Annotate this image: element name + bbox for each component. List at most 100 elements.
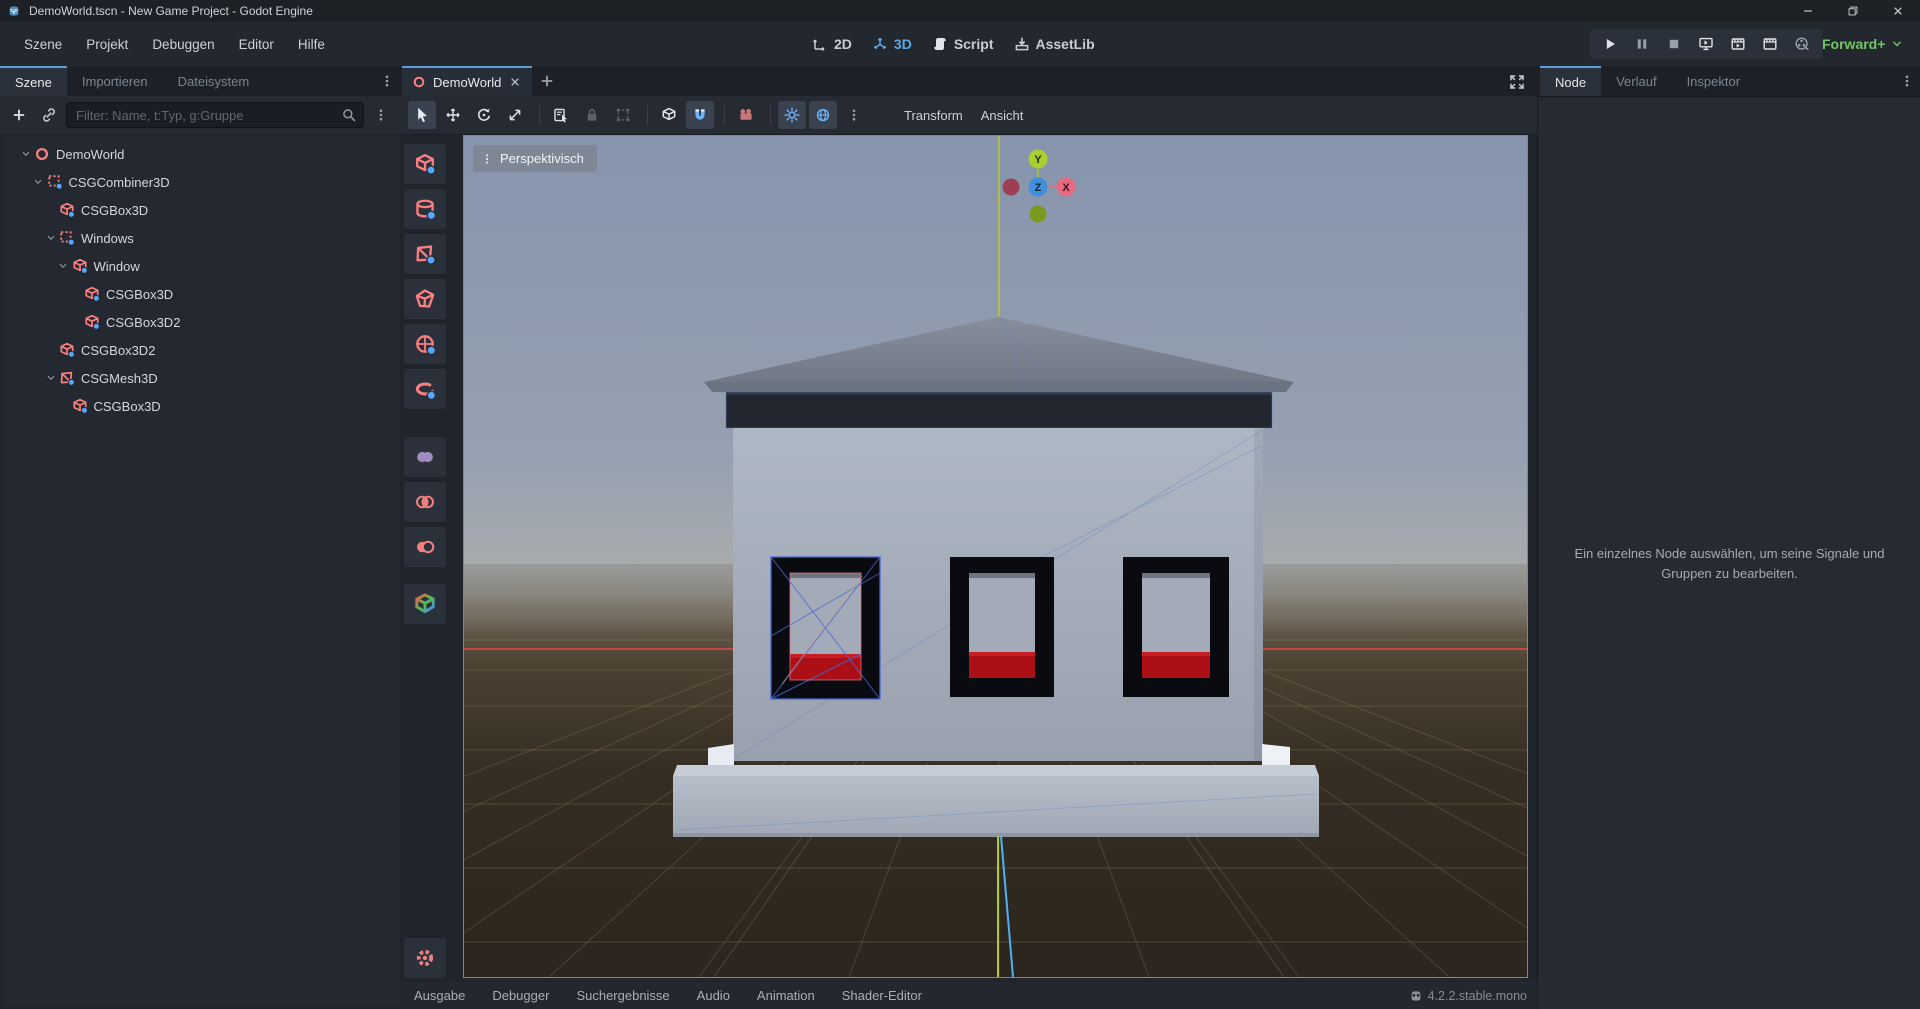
csg-primitive-tool-button[interactable]	[404, 279, 446, 319]
csg-box-icon	[59, 202, 75, 218]
preview-environment-button[interactable]	[809, 101, 837, 129]
expand-icon	[1509, 74, 1525, 90]
3d-scene[interactable]	[464, 136, 1527, 977]
play-button[interactable]	[1598, 32, 1622, 56]
local-space-button[interactable]	[655, 101, 683, 129]
scale-mode-button[interactable]	[501, 101, 529, 129]
close-tab-icon[interactable]	[508, 75, 522, 89]
dock-menu-button[interactable]	[1900, 66, 1920, 96]
transform-menu[interactable]: Transform	[895, 104, 972, 127]
search-icon	[341, 107, 357, 123]
snap-toggle-button[interactable]	[686, 101, 714, 129]
operation-subtraction-button[interactable]	[404, 527, 446, 567]
menu-help[interactable]: Hilfe	[286, 33, 337, 56]
select-mode-button[interactable]	[408, 101, 436, 129]
mode-3d-button[interactable]: 3D	[872, 36, 912, 52]
csg-settings-button[interactable]	[404, 938, 446, 978]
mode-2d-button[interactable]: 2D	[812, 36, 852, 52]
tree-node-label: CSGBox3D	[94, 399, 161, 414]
chevron-down-icon[interactable]	[45, 372, 57, 384]
tab-filesystem[interactable]: Dateisystem	[163, 66, 265, 96]
plus-icon	[539, 73, 555, 89]
group-selected-button[interactable]	[609, 101, 637, 129]
menu-project[interactable]: Projekt	[74, 33, 140, 56]
play-custom-scene-button[interactable]	[1758, 32, 1782, 56]
distraction-free-button[interactable]	[1504, 69, 1530, 95]
operation-intersection-button[interactable]	[404, 482, 446, 522]
csg-primitive-icon	[414, 288, 436, 310]
mode-assetlib-label: AssetLib	[1036, 36, 1095, 52]
bottom-tab-shader-editor[interactable]: Shader-Editor	[842, 988, 922, 1003]
play-scene-button[interactable]	[1694, 32, 1718, 56]
camera-icon	[738, 107, 754, 123]
csg-mesh-icon	[414, 243, 436, 265]
dots-vertical-icon	[847, 108, 861, 122]
csg-torus-tool-button[interactable]	[404, 369, 446, 409]
instance-scene-button[interactable]	[36, 102, 62, 128]
left-dock-tabbar: Szene Importieren Dateisystem	[0, 66, 400, 97]
pause-icon	[1634, 36, 1650, 52]
2d-mode-icon	[812, 36, 828, 52]
scene-tab-label: DemoWorld	[433, 75, 501, 90]
menu-scene[interactable]: Szene	[12, 33, 74, 56]
filter-nodes-input[interactable]	[66, 102, 364, 128]
add-node-button[interactable]	[6, 102, 32, 128]
3d-viewport[interactable]: Perspektivisch Y X Z	[463, 135, 1528, 978]
tree-menu-button[interactable]	[368, 102, 394, 128]
minimize-button[interactable]	[1785, 0, 1830, 22]
mode-script-label: Script	[954, 36, 994, 52]
chevron-down-icon[interactable]	[57, 260, 69, 272]
operation-union-button[interactable]	[404, 437, 446, 477]
godot-logo-icon	[1409, 989, 1423, 1003]
restore-button[interactable]	[1830, 0, 1875, 22]
mode-script-button[interactable]: Script	[932, 36, 994, 52]
csg-sphere-tool-button[interactable]	[404, 324, 446, 364]
new-scene-tab-button[interactable]	[532, 66, 562, 96]
lock-selected-button[interactable]	[578, 101, 606, 129]
play-movie-button[interactable]	[1726, 32, 1750, 56]
csg-box-tool-button[interactable]	[404, 144, 446, 184]
stop-button[interactable]	[1662, 32, 1686, 56]
bottom-tab-animation[interactable]: Animation	[757, 988, 815, 1003]
view-perspective-menu[interactable]: Perspektivisch	[473, 145, 597, 172]
tab-inspector[interactable]: Inspektor	[1672, 66, 1755, 96]
pause-button[interactable]	[1630, 32, 1654, 56]
camera-preview-button[interactable]	[732, 101, 760, 129]
move-mode-button[interactable]	[439, 101, 467, 129]
chevron-down-icon[interactable]	[32, 176, 44, 188]
node-dock-empty-message: Ein einzelnes Node auswählen, um seine S…	[1556, 544, 1903, 583]
dock-menu-button[interactable]	[380, 66, 400, 96]
scene-tree-toolbar	[0, 96, 400, 134]
preview-sun-button[interactable]	[778, 101, 806, 129]
rotate-mode-button[interactable]	[470, 101, 498, 129]
menu-editor[interactable]: Editor	[227, 33, 286, 56]
mode-2d-label: 2D	[834, 36, 852, 52]
csg-combiner-icon	[47, 174, 63, 190]
godot-editor-window: DemoWorld.tscn - New Game Project - Godo…	[0, 0, 1920, 1009]
bottom-tab-debugger[interactable]: Debugger	[492, 988, 549, 1003]
movie-maker-button[interactable]	[1790, 32, 1814, 56]
chevron-down-icon[interactable]	[20, 148, 32, 160]
tab-history[interactable]: Verlauf	[1601, 66, 1671, 96]
dots-vertical-icon	[481, 153, 493, 165]
tab-import[interactable]: Importieren	[67, 66, 163, 96]
chevron-down-icon[interactable]	[45, 232, 57, 244]
axis-gizmo[interactable]: Y X Z	[998, 148, 1080, 226]
view-menu[interactable]: Ansicht	[972, 104, 1033, 127]
bottom-tab-output[interactable]: Ausgabe	[414, 988, 465, 1003]
tab-node[interactable]: Node	[1540, 66, 1601, 96]
scene-tab-demoworld[interactable]: DemoWorld	[402, 66, 532, 96]
sun-environment-menu-button[interactable]	[840, 101, 868, 129]
renderer-selector[interactable]: Forward+	[1822, 22, 1904, 66]
list-select-button[interactable]	[547, 101, 575, 129]
close-button[interactable]	[1875, 0, 1920, 22]
tab-scene[interactable]: Szene	[0, 66, 67, 96]
csg-cylinder-tool-button[interactable]	[404, 189, 446, 229]
mode-assetlib-button[interactable]: AssetLib	[1014, 36, 1095, 52]
bottom-tab-audio[interactable]: Audio	[697, 988, 730, 1003]
bottom-tab-search-results[interactable]: Suchergebnisse	[576, 988, 669, 1003]
gridmap-tool-button[interactable]	[404, 584, 446, 624]
bottom-panel-bar: Ausgabe Debugger Suchergebnisse Audio An…	[400, 982, 1537, 1009]
menu-debug[interactable]: Debuggen	[140, 33, 226, 56]
csg-mesh-tool-button[interactable]	[404, 234, 446, 274]
